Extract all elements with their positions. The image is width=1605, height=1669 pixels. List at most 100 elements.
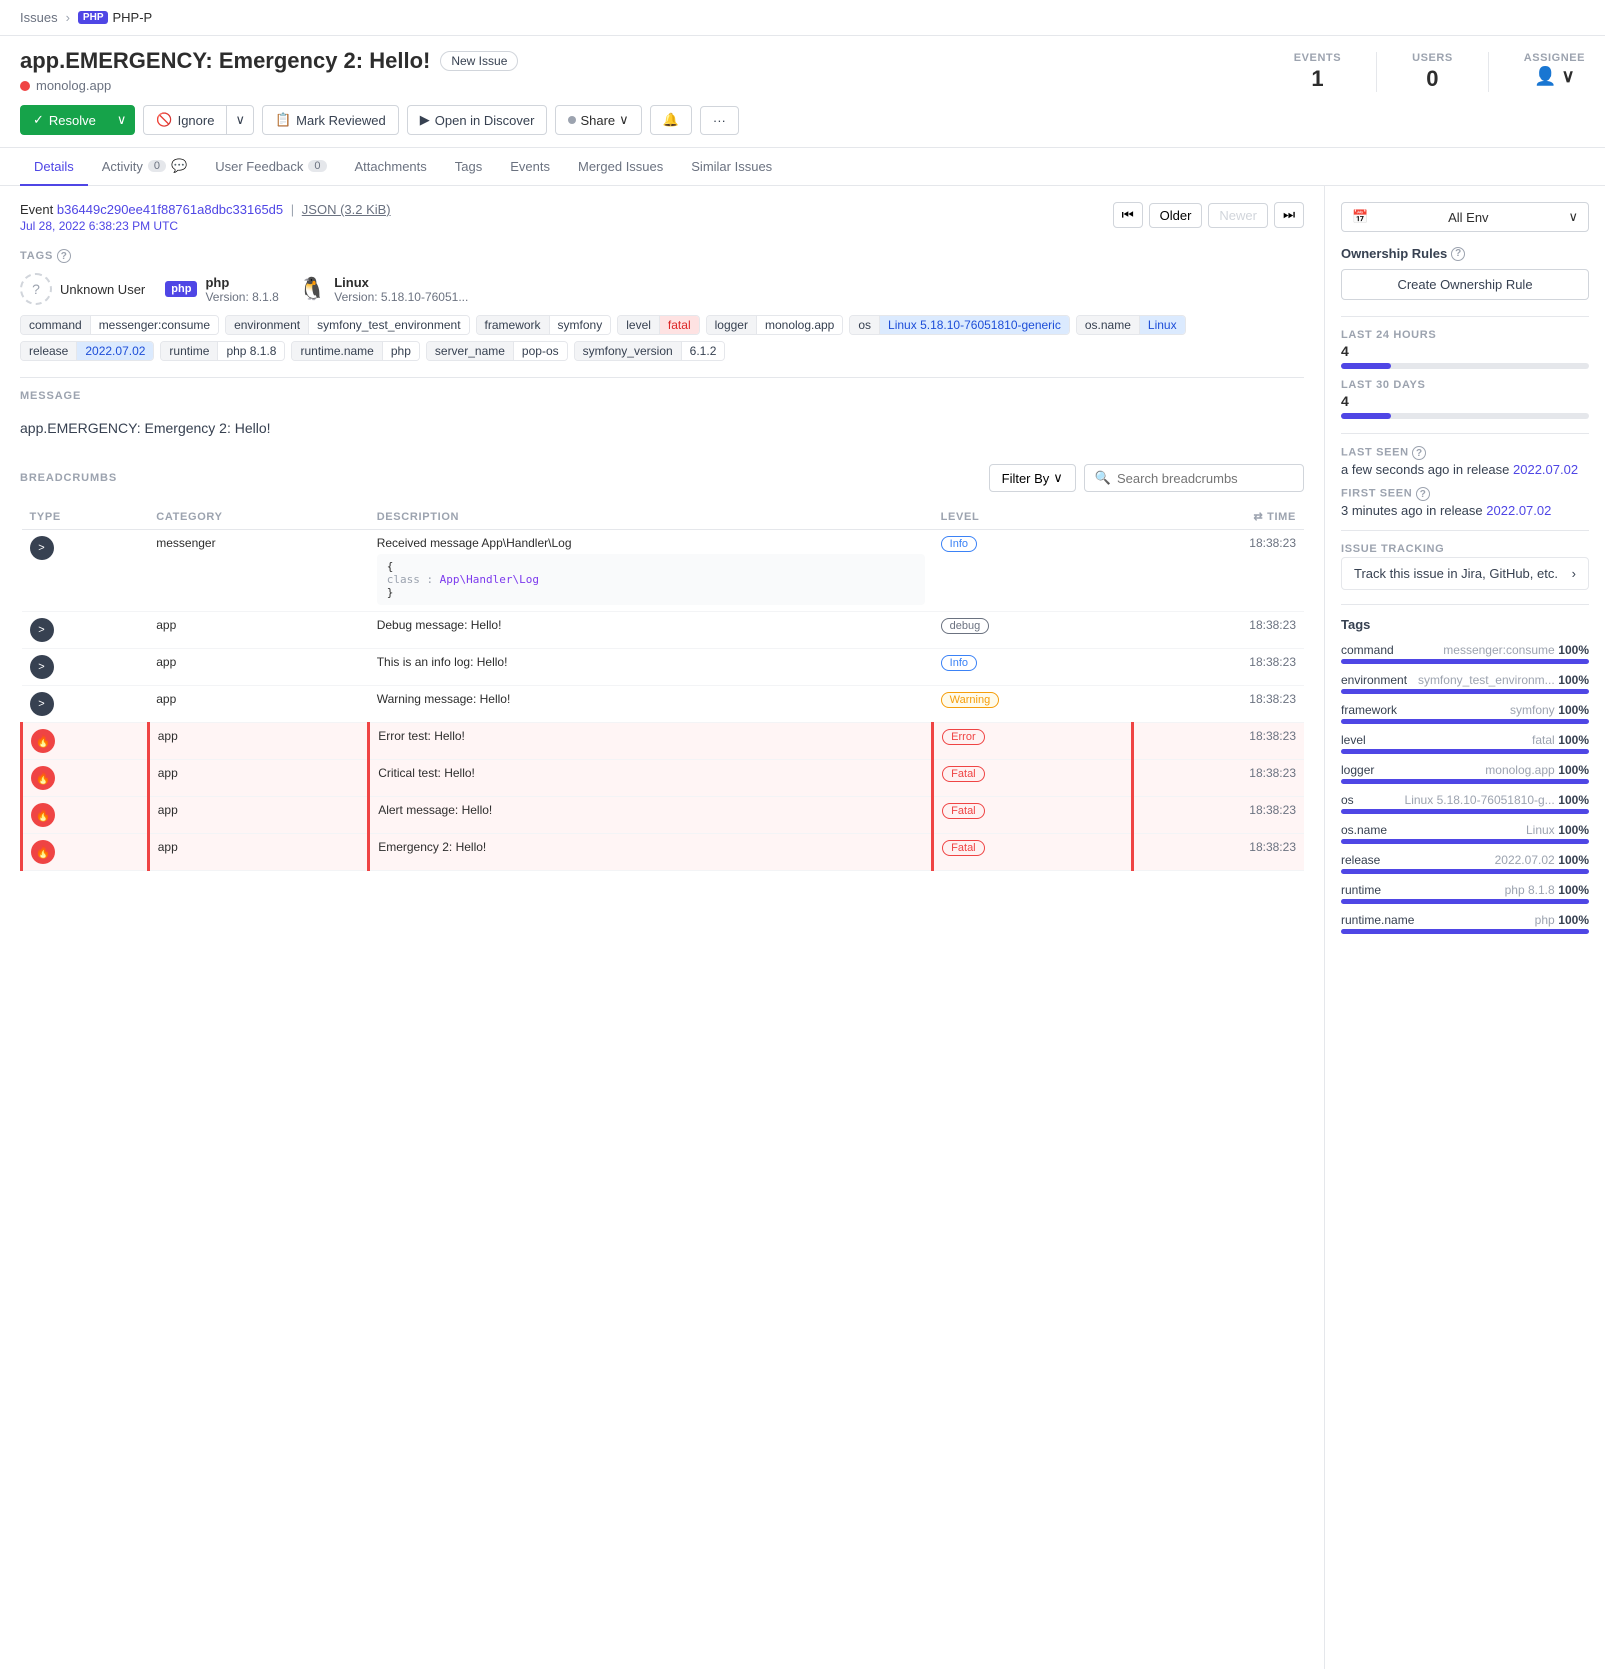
sidebar-tag-meta: messenger:consume 100% bbox=[1443, 642, 1589, 657]
tags-info-icon[interactable]: ? bbox=[57, 249, 71, 263]
notifications-button[interactable]: 🔔 bbox=[650, 105, 692, 135]
tab-details[interactable]: Details bbox=[20, 148, 88, 186]
td-category: app bbox=[148, 834, 368, 871]
sidebar-tag-value: 2022.07.02 bbox=[1495, 853, 1555, 867]
tag-value[interactable]: symfony_test_environment bbox=[309, 316, 468, 334]
tab-merged-issues[interactable]: Merged Issues bbox=[564, 148, 677, 186]
last-30d-label: LAST 30 DAYS bbox=[1341, 379, 1589, 391]
breadcrumb-issues-link[interactable]: Issues bbox=[20, 10, 58, 25]
event-json-link[interactable]: JSON (3.2 KiB) bbox=[302, 202, 391, 217]
sidebar-tag-pct: 100% bbox=[1558, 643, 1589, 657]
td-level: Error bbox=[933, 723, 1132, 760]
tag-value[interactable]: php 8.1.8 bbox=[218, 342, 284, 360]
search-breadcrumbs-input[interactable] bbox=[1117, 471, 1293, 486]
nav-older-button[interactable]: Older bbox=[1149, 203, 1203, 228]
open-discover-button[interactable]: ▶ Open in Discover bbox=[407, 105, 548, 135]
search-breadcrumbs[interactable]: 🔍 bbox=[1084, 464, 1304, 492]
td-level: debug bbox=[933, 612, 1132, 649]
nav-newer-button[interactable]: Newer bbox=[1208, 203, 1268, 228]
tag-item: loggermonolog.app bbox=[706, 315, 844, 335]
env-selector[interactable]: 📅 All Env ∨ bbox=[1341, 202, 1589, 232]
stat-divider-2 bbox=[1488, 52, 1489, 92]
more-button[interactable]: ··· bbox=[700, 106, 739, 135]
tag-value[interactable]: messenger:consume bbox=[91, 316, 218, 334]
sidebar-tag-row: os.name Linux 100% bbox=[1341, 822, 1589, 844]
first-seen-info-icon[interactable]: ? bbox=[1416, 487, 1430, 501]
issue-stats: EVENTS 1 USERS 0 ASSIGNEE 👤 ∨ bbox=[1294, 48, 1585, 92]
td-type: > bbox=[22, 686, 149, 723]
tabs-bar: Details Activity 0 💬 User Feedback 0 Att… bbox=[0, 148, 1605, 186]
tag-value[interactable]: symfony bbox=[550, 316, 611, 334]
create-ownership-rule-button[interactable]: Create Ownership Rule bbox=[1341, 269, 1589, 300]
share-button[interactable]: Share ∨ bbox=[555, 105, 641, 135]
sidebar-tag-pct: 100% bbox=[1558, 913, 1589, 927]
issue-tracking-label: ISSUE TRACKING bbox=[1341, 543, 1589, 555]
tag-key: logger bbox=[707, 316, 757, 334]
first-seen-value: 3 minutes ago in release 2022.07.02 bbox=[1341, 503, 1589, 518]
tab-activity[interactable]: Activity 0 💬 bbox=[88, 148, 201, 186]
message-section: MESSAGE app.EMERGENCY: Emergency 2: Hell… bbox=[20, 390, 1304, 444]
stats-section: LAST 24 HOURS 4 LAST 30 DAYS 4 bbox=[1341, 329, 1589, 419]
tab-tags[interactable]: Tags bbox=[441, 148, 496, 186]
sidebar-tag-pct: 100% bbox=[1558, 673, 1589, 687]
breadcrumbs-label: BREADCRUMBS bbox=[20, 472, 117, 484]
tab-attachments[interactable]: Attachments bbox=[341, 148, 441, 186]
sidebar-tag-row: release 2022.07.02 100% bbox=[1341, 852, 1589, 874]
breadcrumb-current: PHP PHP-P bbox=[78, 10, 152, 25]
sidebar-tag-value: symfony bbox=[1510, 703, 1555, 717]
tag-value[interactable]: php bbox=[383, 342, 419, 360]
event-id-row: Event b36449c290ee41f88761a8dbc33165d5 |… bbox=[20, 202, 391, 217]
resolve-dropdown[interactable]: ∨ bbox=[108, 105, 136, 135]
tab-events[interactable]: Events bbox=[496, 148, 564, 186]
nav-last-button[interactable]: ⏭ bbox=[1274, 202, 1304, 228]
sidebar-tag-value: Linux bbox=[1526, 823, 1555, 837]
tag-value[interactable]: Linux 5.18.10-76051810-generic bbox=[880, 316, 1069, 334]
sidebar-tag-bar bbox=[1341, 929, 1589, 934]
tab-similar-issues[interactable]: Similar Issues bbox=[677, 148, 786, 186]
ignore-button[interactable]: 🚫 Ignore bbox=[143, 105, 226, 135]
tag-value[interactable]: 6.1.2 bbox=[682, 342, 725, 360]
divider-r2 bbox=[1341, 433, 1589, 434]
left-panel: Event b36449c290ee41f88761a8dbc33165d5 |… bbox=[0, 186, 1325, 1669]
ownership-info-icon[interactable]: ? bbox=[1451, 247, 1465, 261]
last-seen-release-link[interactable]: 2022.07.02 bbox=[1513, 462, 1578, 477]
table-row: >appDebug message: Hello!debug18:38:23 bbox=[22, 612, 1305, 649]
sidebar-tag-row: runtime php 8.1.8 100% bbox=[1341, 882, 1589, 904]
share-dot bbox=[568, 116, 576, 124]
tag-key: command bbox=[21, 316, 91, 334]
nav-first-button[interactable]: ⏮ bbox=[1113, 202, 1143, 228]
tag-value[interactable]: 2022.07.02 bbox=[77, 342, 153, 360]
message-label: MESSAGE bbox=[20, 390, 1304, 402]
sidebar-tag-header: os.name Linux 100% bbox=[1341, 822, 1589, 837]
tab-user-feedback[interactable]: User Feedback 0 bbox=[201, 148, 340, 186]
users-stat: USERS 0 bbox=[1412, 52, 1453, 92]
fire-icon: 🔥 bbox=[31, 803, 55, 827]
ignore-dropdown[interactable]: ∨ bbox=[226, 105, 254, 135]
mark-reviewed-button[interactable]: 📋 Mark Reviewed bbox=[262, 105, 399, 135]
sidebar-tag-meta: Linux 100% bbox=[1526, 822, 1589, 837]
sidebar-tag-key: level bbox=[1341, 733, 1366, 747]
last-seen-info-icon[interactable]: ? bbox=[1412, 446, 1426, 460]
tag-value[interactable]: Linux bbox=[1140, 316, 1185, 334]
level-badge: Fatal bbox=[942, 840, 984, 856]
filter-by-button[interactable]: Filter By ∨ bbox=[989, 464, 1076, 492]
tracking-box[interactable]: Track this issue in Jira, GitHub, etc. › bbox=[1341, 557, 1589, 590]
tag-item: runtimephp 8.1.8 bbox=[160, 341, 285, 361]
linux-block: 🐧 Linux Version: 5.18.10-76051... bbox=[299, 275, 469, 304]
tag-value[interactable]: pop-os bbox=[514, 342, 567, 360]
right-panel: 📅 All Env ∨ Ownership Rules ? Create Own… bbox=[1325, 186, 1605, 1669]
breadcrumbs-controls: Filter By ∨ 🔍 bbox=[989, 464, 1304, 492]
first-seen-section: FIRST SEEN ? 3 minutes ago in release 20… bbox=[1341, 487, 1589, 518]
event-id-link[interactable]: b36449c290ee41f88761a8dbc33165d5 bbox=[57, 202, 283, 217]
activity-comment-icon: 💬 bbox=[171, 158, 187, 174]
first-seen-release-link[interactable]: 2022.07.02 bbox=[1486, 503, 1551, 518]
calendar-icon: 📅 bbox=[1352, 209, 1368, 225]
sidebar-tag-meta: php 8.1.8 100% bbox=[1505, 882, 1589, 897]
td-level: Fatal bbox=[933, 797, 1132, 834]
tag-value[interactable]: monolog.app bbox=[757, 316, 842, 334]
resolve-button[interactable]: ✓ Resolve bbox=[20, 105, 108, 135]
events-value: 1 bbox=[1294, 66, 1341, 92]
tag-value[interactable]: fatal bbox=[660, 316, 699, 334]
sidebar-tag-header: runtime php 8.1.8 100% bbox=[1341, 882, 1589, 897]
assignee-icon[interactable]: 👤 ∨ bbox=[1524, 66, 1585, 87]
